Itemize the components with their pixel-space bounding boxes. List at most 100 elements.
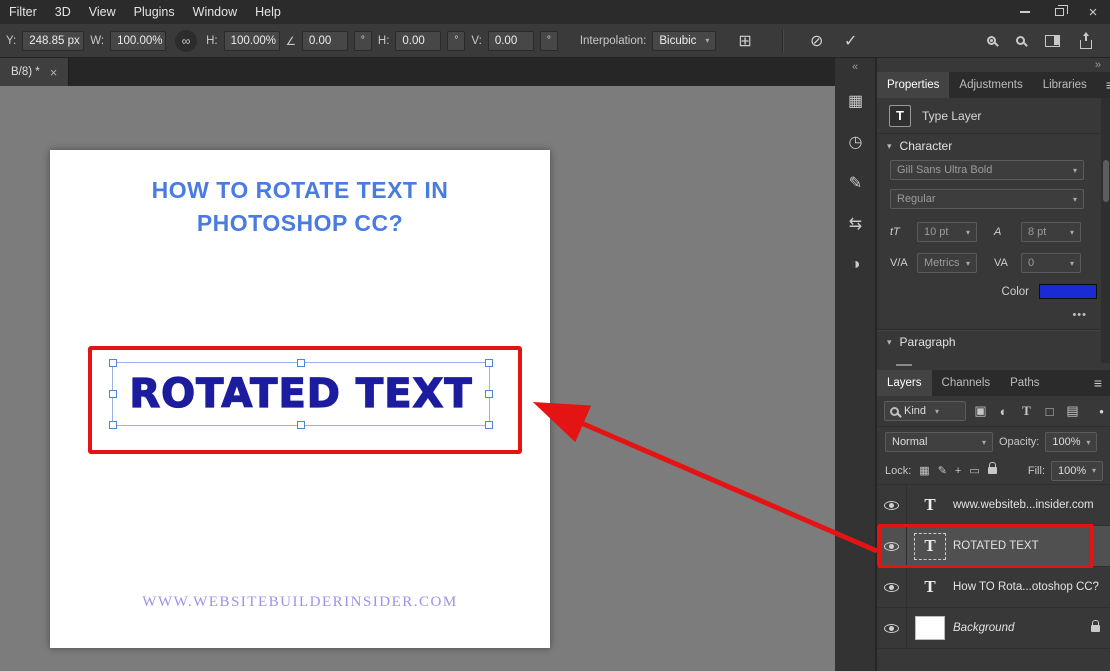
expand-panels-icon[interactable]: » — [1095, 59, 1101, 71]
menu-item-3d[interactable]: 3D — [46, 0, 80, 24]
y-label: Y: — [6, 35, 16, 47]
h-skew-field[interactable]: 0.00 — [395, 31, 441, 51]
layer-thumbnail[interactable] — [907, 608, 953, 648]
tab-adjustments[interactable]: Adjustments — [949, 72, 1032, 98]
panel-icon-history[interactable]: ◷ — [835, 125, 876, 159]
font-family-select[interactable]: Gill Sans Ultra Bold ▾ — [890, 160, 1084, 180]
rotation-field[interactable]: 0.00 — [302, 31, 348, 51]
minimize-button[interactable] — [1008, 0, 1042, 24]
layer-row-how-to-text[interactable]: T How TO Rota...otoshop CC? — [877, 567, 1110, 608]
tab-channels[interactable]: Channels — [932, 370, 1001, 396]
eye-icon[interactable] — [884, 501, 899, 510]
window-controls: × — [1008, 0, 1110, 24]
layer-thumbnail[interactable]: T — [907, 526, 953, 566]
layer-name[interactable]: Background — [953, 608, 1079, 648]
paragraph-section-header[interactable]: ▾ Paragraph — [877, 330, 1110, 354]
workspace-panels-icon[interactable] — [1045, 35, 1060, 47]
lock-pixels-icon[interactable]: ✎ — [938, 464, 947, 477]
opacity-select[interactable]: 100% ▾ — [1045, 432, 1097, 452]
lock-row: Lock: ▦ ✎ + ▭ Fill: 100% ▾ — [877, 457, 1110, 485]
canvas-area[interactable]: HOW TO ROTATE TEXT IN PHOTOSHOP CC? ROTA… — [0, 86, 835, 671]
character-section-header[interactable]: ▾ Character — [877, 134, 1110, 158]
filter-adjustment-layers-icon[interactable]: ◐ — [995, 404, 1012, 419]
blend-mode-select[interactable]: Normal ▾ — [885, 432, 993, 452]
layer-row-rotated-text[interactable]: T ROTATED TEXT — [877, 526, 1110, 567]
eye-icon[interactable] — [884, 624, 899, 633]
tab-libraries[interactable]: Libraries — [1033, 72, 1097, 98]
interpolation-select[interactable]: Bicubic ▾ — [652, 31, 716, 51]
filter-type-layers-icon[interactable]: T — [1018, 403, 1035, 419]
layer-thumbnail[interactable]: T — [907, 485, 953, 525]
panel-icon-gradients[interactable]: ◑ — [835, 248, 876, 282]
lock-artboard-icon[interactable]: ▭ — [969, 464, 979, 477]
tab-layers[interactable]: Layers — [877, 370, 932, 396]
panel-icon-grid[interactable]: ▦ — [835, 84, 876, 118]
search-icon[interactable] — [1016, 36, 1025, 45]
menu-item-plugins[interactable]: Plugins — [125, 0, 184, 24]
visibility-cell[interactable] — [877, 567, 907, 607]
text-color-swatch[interactable] — [1039, 284, 1097, 299]
cancel-transform-button[interactable]: ⊘ — [803, 31, 831, 51]
share-icon[interactable] — [1080, 40, 1092, 49]
kerning-select[interactable]: 0 ▾ — [1021, 253, 1081, 273]
document-tab[interactable]: B/8) * × — [0, 58, 69, 86]
layer-name[interactable]: How TO Rota...otoshop CC? — [953, 567, 1110, 607]
commit-transform-button[interactable]: ✓ — [837, 31, 865, 51]
tracking-select[interactable]: Metrics ▾ — [917, 253, 977, 273]
restore-button[interactable] — [1042, 0, 1076, 24]
warp-mode-button[interactable]: ⊞ — [738, 31, 751, 51]
height-field[interactable]: 100.00% — [224, 31, 280, 51]
font-style-select[interactable]: Regular ▾ — [890, 189, 1084, 209]
fill-select[interactable]: 100% ▾ — [1051, 461, 1103, 481]
v-skew-field[interactable]: 0.00 — [488, 31, 534, 51]
tab-paths[interactable]: Paths — [1000, 370, 1049, 396]
menu-item-filter[interactable]: Filter — [0, 0, 46, 24]
layer-thumbnail[interactable]: T — [907, 567, 953, 607]
visibility-cell[interactable] — [877, 526, 907, 566]
filter-toggle-icon[interactable]: ● — [1099, 407, 1104, 416]
layer-row-website-text[interactable]: T www.websiteb...insider.com — [877, 485, 1110, 526]
menu-item-view[interactable]: View — [80, 0, 125, 24]
photoshop-window: Filter 3D View Plugins Window Help × Y: … — [0, 0, 1110, 671]
document-close-icon[interactable]: × — [50, 65, 58, 80]
panel-icon-tool-presets[interactable]: ⇆ — [835, 207, 876, 241]
leading-select[interactable]: 8 pt ▾ — [1021, 222, 1081, 242]
width-field[interactable]: 100.00% — [110, 31, 166, 51]
panel-icon-brush-settings[interactable]: ✎ — [835, 166, 876, 200]
eye-icon[interactable] — [884, 583, 899, 592]
text-layer-thumbnail-icon: T — [924, 495, 935, 515]
menu-item-window[interactable]: Window — [184, 0, 246, 24]
visibility-cell[interactable] — [877, 608, 907, 648]
eye-icon[interactable] — [884, 542, 899, 551]
lock-all-icon[interactable] — [988, 467, 997, 474]
lock-position-icon[interactable]: + — [955, 465, 961, 477]
y-position-field[interactable]: 248.85 px — [22, 31, 84, 51]
filter-pixel-layers-icon[interactable]: ▣ — [972, 403, 989, 419]
properties-scrollbar[interactable] — [1101, 98, 1110, 363]
maintain-aspect-ratio-button[interactable]: ∞ — [175, 30, 197, 52]
layer-name[interactable]: www.websiteb...insider.com — [953, 485, 1110, 525]
type-layer-row: T Type Layer — [877, 98, 1110, 134]
layers-menu-icon[interactable]: ≡ — [1085, 370, 1110, 396]
layer-row-background[interactable]: Background — [877, 608, 1110, 649]
menu-item-help[interactable]: Help — [246, 0, 290, 24]
text-layer-thumbnail-icon: T — [924, 536, 935, 556]
document-tab-bar: B/8) * × — [0, 58, 835, 86]
layer-name[interactable]: ROTATED TEXT — [953, 526, 1110, 566]
visibility-cell[interactable] — [877, 485, 907, 525]
close-button[interactable]: × — [1076, 0, 1110, 24]
scrollbar-thumb[interactable] — [1103, 160, 1109, 202]
more-options-icon[interactable]: ••• — [890, 299, 1097, 329]
options-divider — [782, 30, 783, 52]
lock-transparency-icon[interactable]: ▦ — [919, 464, 929, 477]
collapse-panels-icon[interactable]: « — [835, 58, 875, 76]
font-size-select[interactable]: 10 pt ▾ — [917, 222, 977, 242]
filter-kind-select[interactable]: Kind ▾ — [884, 401, 966, 421]
filter-shape-layers-icon[interactable]: □ — [1041, 404, 1058, 419]
properties-menu-icon[interactable]: ≡ — [1097, 72, 1110, 98]
filter-smart-objects-icon[interactable]: ▤ — [1064, 403, 1081, 419]
background-thumbnail — [915, 616, 945, 640]
tab-properties[interactable]: Properties — [877, 72, 949, 98]
discover-icon[interactable] — [987, 36, 996, 45]
width-label: W: — [90, 35, 104, 47]
